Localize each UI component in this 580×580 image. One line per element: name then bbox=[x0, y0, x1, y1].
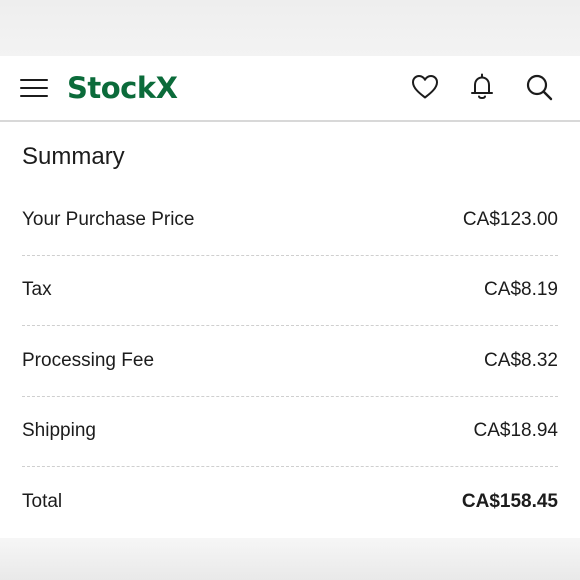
processing-fee-row: Processing Fee CA$8.32 bbox=[22, 346, 558, 376]
row-divider bbox=[22, 325, 558, 326]
shipping-label: Shipping bbox=[22, 420, 96, 441]
hamburger-menu-icon[interactable] bbox=[20, 77, 48, 97]
heart-icon[interactable] bbox=[410, 72, 440, 102]
tax-value: CA$8.19 bbox=[484, 279, 558, 300]
processing-fee-value: CA$8.32 bbox=[484, 350, 558, 371]
summary-title: Summary bbox=[22, 143, 125, 170]
total-row: Total CA$158.45 bbox=[22, 487, 558, 517]
purchase-price-row: Your Purchase Price CA$123.00 bbox=[22, 205, 558, 235]
tax-label: Tax bbox=[22, 279, 52, 300]
row-divider bbox=[22, 396, 558, 397]
tax-row: Tax CA$8.19 bbox=[22, 275, 558, 305]
total-label: Total bbox=[22, 491, 63, 512]
purchase-price-label: Your Purchase Price bbox=[22, 209, 195, 230]
shipping-row: Shipping CA$18.94 bbox=[22, 416, 558, 446]
processing-fee-label: Processing Fee bbox=[22, 350, 155, 371]
purchase-price-value: CA$123.00 bbox=[462, 209, 558, 230]
total-value: CA$158.45 bbox=[461, 491, 558, 512]
background-top bbox=[0, 0, 580, 56]
top-navbar: StockX bbox=[0, 56, 580, 122]
row-divider bbox=[22, 255, 558, 256]
stockx-logo[interactable]: StockX bbox=[67, 70, 178, 106]
app-screen: StockX Summary Your Purchase Price CA$12… bbox=[0, 56, 580, 538]
row-divider bbox=[22, 466, 558, 467]
search-icon[interactable] bbox=[524, 72, 554, 102]
shipping-value: CA$18.94 bbox=[473, 420, 558, 441]
background-bottom bbox=[0, 538, 580, 580]
bell-icon[interactable] bbox=[467, 72, 497, 102]
